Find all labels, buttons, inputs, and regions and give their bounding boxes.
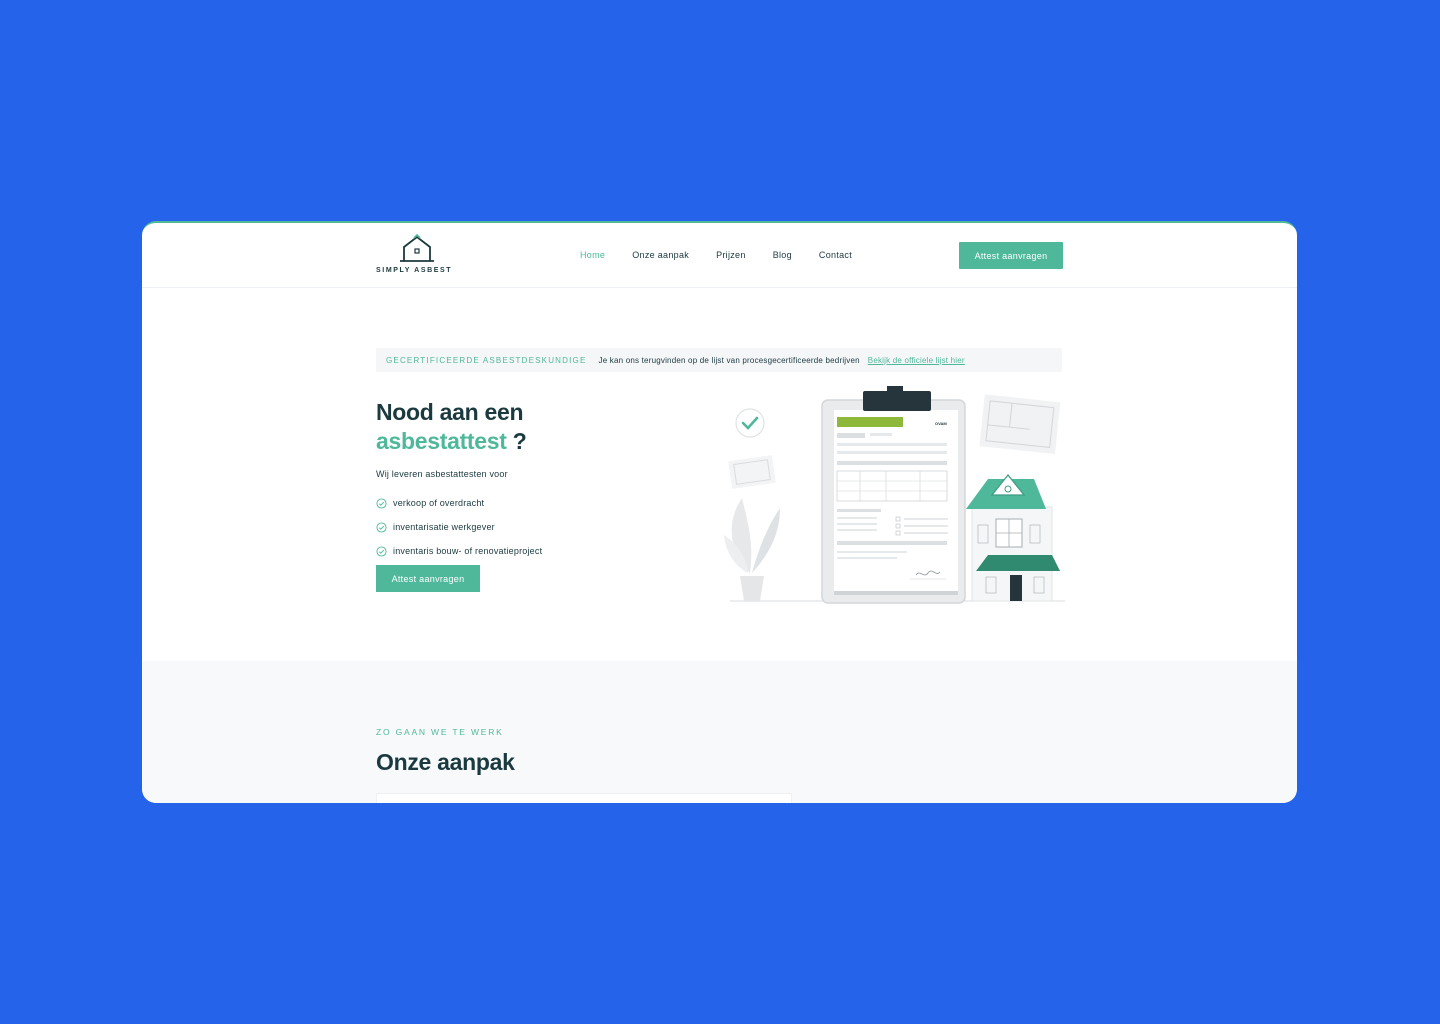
- house-icon: [966, 474, 1060, 602]
- check-circle-icon: [376, 545, 387, 557]
- nav-attest-button[interactable]: Attest aanvragen: [959, 242, 1063, 269]
- nav-item-onze-aanpak[interactable]: Onze aanpak: [632, 250, 689, 260]
- nav-item-home[interactable]: Home: [580, 250, 605, 260]
- list-item: inventaris bouw- of renovatieproject: [376, 539, 542, 563]
- clipboard-icon: OVAM: [821, 386, 966, 604]
- hero-title-line1: Nood aan een: [376, 399, 524, 425]
- section-title: Onze aanpak: [376, 749, 515, 775]
- nav-item-blog[interactable]: Blog: [773, 250, 792, 260]
- approach-card: [376, 793, 792, 803]
- hero-title-accent: asbestattest: [376, 428, 507, 454]
- check-circle-icon: [376, 521, 387, 533]
- hero-title-suffix: ?: [506, 428, 527, 454]
- list-item: verkoop of overdracht: [376, 491, 542, 515]
- hero-title: Nood aan een asbestattest ?: [376, 398, 527, 456]
- check-list: verkoop of overdracht inventarisatie wer…: [376, 491, 542, 563]
- hero-illustration: OVAM: [724, 386, 1065, 604]
- browser-frame: SIMPLY ASBEST Home Onze aanpak Prijzen B…: [142, 221, 1297, 803]
- approach-section: ZO GAAN WE TE WERK Onze aanpak: [142, 661, 1297, 803]
- certification-banner: GECERTIFICEERDE ASBESTDESKUNDIGE Je kan …: [376, 348, 1062, 372]
- logo[interactable]: SIMPLY ASBEST: [376, 233, 460, 277]
- plant-icon: [724, 498, 780, 601]
- section-eyebrow: ZO GAAN WE TE WERK: [376, 727, 504, 737]
- top-navigation: SIMPLY ASBEST Home Onze aanpak Prijzen B…: [142, 223, 1297, 288]
- check-item-label: inventaris bouw- of renovatieproject: [393, 546, 543, 556]
- main-menu: Home Onze aanpak Prijzen Blog Contact: [580, 250, 879, 260]
- check-circle-icon: [376, 497, 387, 509]
- check-bubble-icon: [735, 408, 765, 438]
- house-logo-icon: [400, 233, 434, 262]
- check-item-label: verkoop of overdracht: [393, 498, 485, 508]
- list-item: inventarisatie werkgever: [376, 515, 542, 539]
- hero-intro: Wij leveren asbestattesten voor: [376, 469, 508, 479]
- ovam-logo-text: OVAM: [935, 421, 947, 426]
- logo-text: SIMPLY ASBEST: [376, 267, 453, 274]
- banner-tag: GECERTIFICEERDE ASBESTDESKUNDIGE: [386, 355, 587, 365]
- nav-item-prijzen[interactable]: Prijzen: [716, 250, 746, 260]
- hero-attest-button[interactable]: Attest aanvragen: [376, 565, 480, 592]
- nav-item-contact[interactable]: Contact: [819, 250, 852, 260]
- official-list-link[interactable]: Bekijk de officiele lijst hier: [868, 356, 965, 365]
- check-item-label: inventarisatie werkgever: [393, 522, 495, 532]
- banner-text: Je kan ons terugvinden op de lijst van p…: [598, 355, 860, 365]
